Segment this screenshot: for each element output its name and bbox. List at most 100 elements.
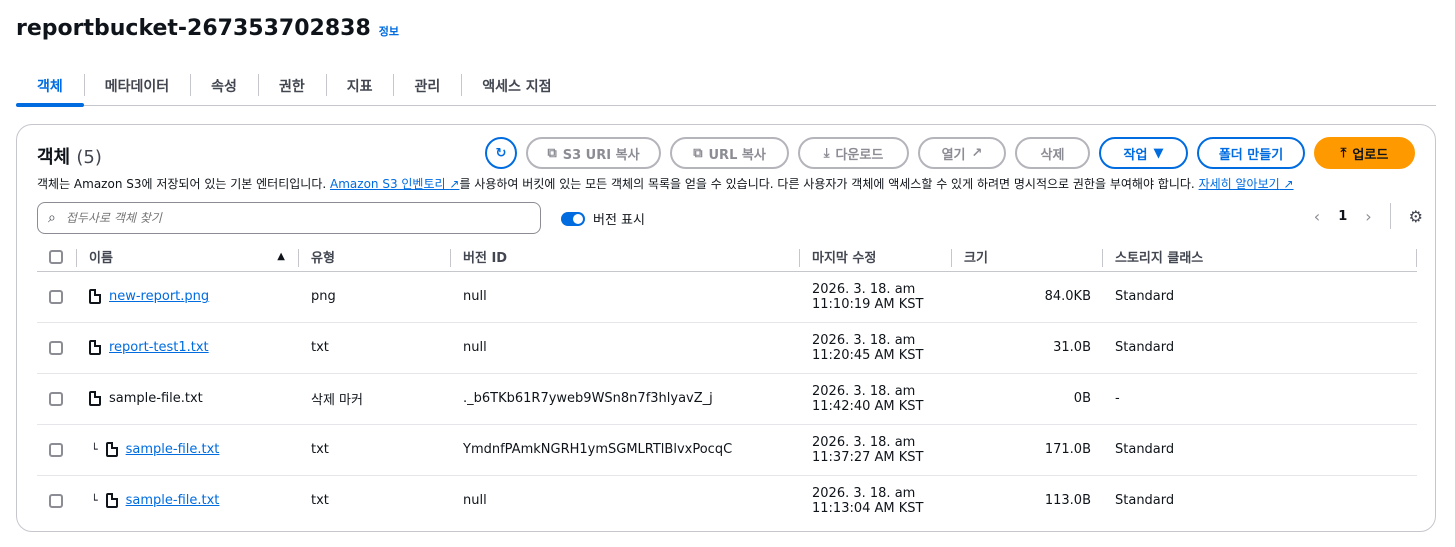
storage-class-cell: - [1103, 373, 1417, 425]
select-all-header [37, 243, 77, 272]
upload-button[interactable]: ⤒ 업로드 [1314, 137, 1415, 169]
type-cell: 삭제 마커 [299, 373, 451, 425]
row-checkbox[interactable] [49, 340, 63, 355]
objects-table: 이름 ▲ 유형 버전 ID 마지막 수정 크기 스토리지 클래스 new-repo… [37, 243, 1417, 526]
time-text: 11:37:27 AM KST [812, 449, 924, 465]
type-cell: png [299, 271, 451, 323]
toggle-switch[interactable] [561, 211, 585, 226]
divider [1389, 203, 1391, 229]
create-folder-label: 폴더 만들기 [1218, 147, 1284, 163]
chevron-left-icon[interactable]: ‹ [1314, 207, 1320, 226]
search-input[interactable] [65, 211, 540, 225]
page-number[interactable]: 1 [1338, 209, 1347, 224]
inventory-link[interactable]: Amazon S3 인벤토리 ↗ [330, 177, 459, 191]
copy-icon: ⧉ [547, 145, 557, 161]
last-modified-cell: 2026. 3. 18. am 11:42:40 AM KST [800, 373, 952, 425]
search-icon: ⌕ [48, 210, 56, 226]
table-row[interactable]: report-test1.txt txt null 2026. 3. 18. a… [37, 322, 1417, 374]
header-size[interactable]: 크기 [952, 243, 1103, 272]
actions-dropdown[interactable]: 작업 ▼ [1099, 137, 1188, 169]
chevron-right-icon[interactable]: › [1365, 207, 1371, 226]
table-row[interactable]: └ sample-file.txt txt YmdnfPAmkNGRH1ymSGM… [37, 424, 1417, 476]
date-text: 2026. 3. 18. am [812, 383, 916, 399]
sort-ascending-icon: ▲ [277, 251, 285, 262]
name-cell: new-report.png [77, 271, 299, 323]
header-name[interactable]: 이름 ▲ [77, 243, 299, 272]
versions-toggle[interactable]: 버전 표시 [561, 209, 645, 228]
learn-more-link[interactable]: 자세히 알아보기 ↗ [1199, 177, 1294, 191]
description-text: 객체는 Amazon S3에 저장되어 있는 기본 엔터티입니다. [37, 177, 327, 191]
time-text: 11:20:45 AM KST [812, 347, 924, 363]
caret-down-icon: ▼ [1153, 145, 1164, 161]
header-type-label: 유형 [311, 251, 335, 267]
download-icon: ⤓ [823, 145, 830, 161]
row-checkbox[interactable] [49, 442, 63, 457]
tab-metrics[interactable]: 지표 [325, 66, 394, 106]
tab-management[interactable]: 관리 [393, 66, 461, 106]
create-folder-button[interactable]: 폴더 만들기 [1197, 137, 1305, 169]
refresh-button[interactable]: ↻ [485, 137, 517, 169]
objects-panel: 객체 (5) ↻ ⧉ S3 URI 복사 ⧉ URL 복사 ⤓ 다운로드 열기 … [16, 124, 1436, 532]
object-link[interactable]: report-test1.txt [109, 340, 209, 355]
download-button[interactable]: ⤓ 다운로드 [798, 137, 909, 169]
header-storage-class[interactable]: 스토리지 클래스 [1103, 243, 1417, 272]
header-version-id[interactable]: 버전 ID [451, 243, 800, 272]
file-icon [105, 442, 118, 457]
row-checkbox-cell [37, 475, 77, 526]
name-cell: └ sample-file.txt [77, 475, 299, 526]
header-storage-class-label: 스토리지 클래스 [1115, 251, 1204, 267]
file-icon [89, 289, 101, 304]
delete-button[interactable]: 삭제 [1015, 137, 1090, 169]
type-cell: txt [299, 322, 451, 374]
storage-class-cell: Standard [1115, 493, 1175, 509]
header-last-modified[interactable]: 마지막 수정 [800, 243, 952, 272]
tab-bar: 객체 메타데이터 속성 권한 지표 관리 액세스 지점 [16, 66, 1436, 107]
size-cell: 0B [952, 373, 1103, 425]
table-row[interactable]: └ sample-file.txt txt null 2026. 3. 18. a… [37, 475, 1417, 526]
storage-class-cell: Standard [1103, 424, 1417, 476]
object-link[interactable]: sample-file.txt [126, 442, 220, 457]
info-link[interactable]: 정보 [379, 23, 399, 39]
open-button[interactable]: 열기 ↗ [918, 137, 1006, 169]
file-icon [89, 340, 101, 355]
row-checkbox[interactable] [49, 289, 63, 304]
storage-class-cell: Standard [1103, 322, 1417, 374]
copy-url-button[interactable]: ⧉ URL 복사 [670, 137, 789, 169]
tab-properties[interactable]: 속성 [190, 66, 258, 106]
tab-access-points[interactable]: 액세스 지점 [461, 66, 572, 106]
gear-icon[interactable]: ⚙ [1409, 207, 1423, 226]
row-checkbox-cell [37, 322, 77, 374]
name-cell: report-test1.txt [77, 322, 299, 374]
inventory-link-label: Amazon S3 인벤토리 [330, 177, 446, 191]
external-link-icon: ↗ [449, 177, 460, 191]
version-id-cell: null [451, 271, 800, 323]
row-checkbox[interactable] [49, 493, 63, 508]
select-all-checkbox[interactable] [49, 249, 63, 264]
row-checkbox[interactable] [49, 391, 63, 406]
table-row[interactable]: sample-file.txt 삭제 마커 ._b6TKb61R7yweb9WS… [37, 373, 1417, 425]
tab-objects[interactable]: 객체 [16, 66, 84, 107]
date-text: 2026. 3. 18. am [812, 434, 916, 450]
tab-metadata[interactable]: 메타데이터 [83, 66, 190, 106]
object-link[interactable]: new-report.png [109, 289, 209, 304]
object-name: sample-file.txt [109, 391, 203, 406]
copy-icon: ⧉ [693, 145, 703, 161]
object-link[interactable]: sample-file.txt [126, 493, 220, 508]
panel-description: 객체는 Amazon S3에 저장되어 있는 기본 엔터티입니다. Amazon… [37, 175, 1294, 192]
header-version-id-label: 버전 ID [463, 251, 508, 267]
header-type[interactable]: 유형 [299, 243, 451, 272]
name-cell: └ sample-file.txt [77, 424, 299, 476]
object-count: (5) [76, 147, 102, 168]
table-header-row: 이름 ▲ 유형 버전 ID 마지막 수정 크기 스토리지 클래스 [37, 243, 1417, 272]
size-cell: 31.0B [952, 322, 1103, 374]
version-id-cell: null [463, 493, 487, 509]
version-id-cell: ._b6TKb61R7yweb9WSn8n7f3hlyavZ_j [451, 373, 800, 425]
search-box[interactable]: ⌕ [37, 202, 541, 234]
table-row[interactable]: new-report.png png null 2026. 3. 18. am 1… [37, 271, 1417, 323]
tab-permissions[interactable]: 권한 [257, 66, 326, 106]
actions-label: 작업 [1123, 147, 1148, 163]
upload-icon: ⤒ [1340, 145, 1347, 161]
date-text: 2026. 3. 18. am [812, 485, 916, 501]
child-version-icon: └ [91, 443, 98, 456]
copy-s3-uri-button[interactable]: ⧉ S3 URI 복사 [526, 137, 661, 169]
